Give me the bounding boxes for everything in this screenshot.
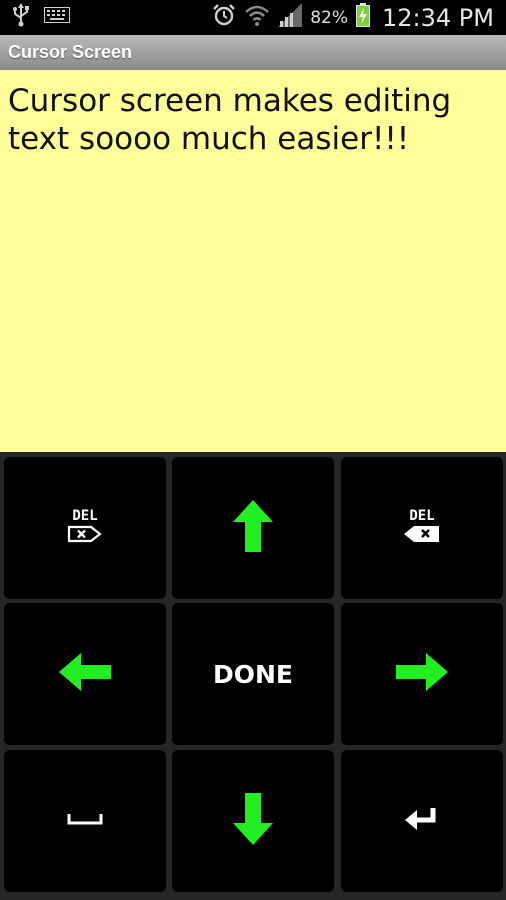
space-button[interactable] [4, 750, 166, 892]
wifi-icon [244, 3, 270, 32]
backspace-icon [403, 525, 441, 548]
done-button[interactable]: DONE [172, 603, 334, 745]
screen-title: Cursor Screen [8, 42, 133, 62]
done-label: DONE [212, 659, 293, 689]
arrow-up-icon [233, 499, 273, 557]
delete-forward-label: DEL [72, 507, 98, 524]
signal-icon [278, 3, 303, 32]
battery-charging-icon [356, 3, 371, 32]
text-editor[interactable]: Cursor screen makes editing text soooo m… [0, 70, 506, 452]
cursor-up-button[interactable] [172, 457, 334, 599]
editor-text: Cursor screen makes editing text soooo m… [8, 83, 452, 157]
backspace-button[interactable]: DEL [341, 457, 503, 599]
space-icon [67, 812, 103, 831]
cursor-left-button[interactable] [4, 603, 166, 745]
keyboard-icon [44, 7, 70, 28]
cursor-keypad: DEL DEL DONE [0, 452, 506, 900]
arrow-right-icon [396, 652, 448, 696]
delete-forward-icon [67, 525, 103, 548]
clock: 12:34 PM [382, 3, 494, 32]
title-bar: Cursor Screen [0, 35, 506, 70]
cursor-right-button[interactable] [341, 603, 503, 745]
enter-button[interactable] [341, 750, 503, 892]
arrow-left-icon [59, 652, 111, 696]
delete-forward-button[interactable]: DEL [4, 457, 166, 599]
battery-percent: 82% [310, 7, 349, 28]
cursor-down-button[interactable] [172, 750, 334, 892]
usb-icon [12, 3, 30, 32]
backspace-label: DEL [409, 507, 435, 524]
enter-icon [405, 806, 439, 837]
arrow-down-icon [233, 792, 273, 850]
status-bar: 82% 12:34 PM [0, 0, 506, 35]
alarm-icon [212, 3, 236, 32]
